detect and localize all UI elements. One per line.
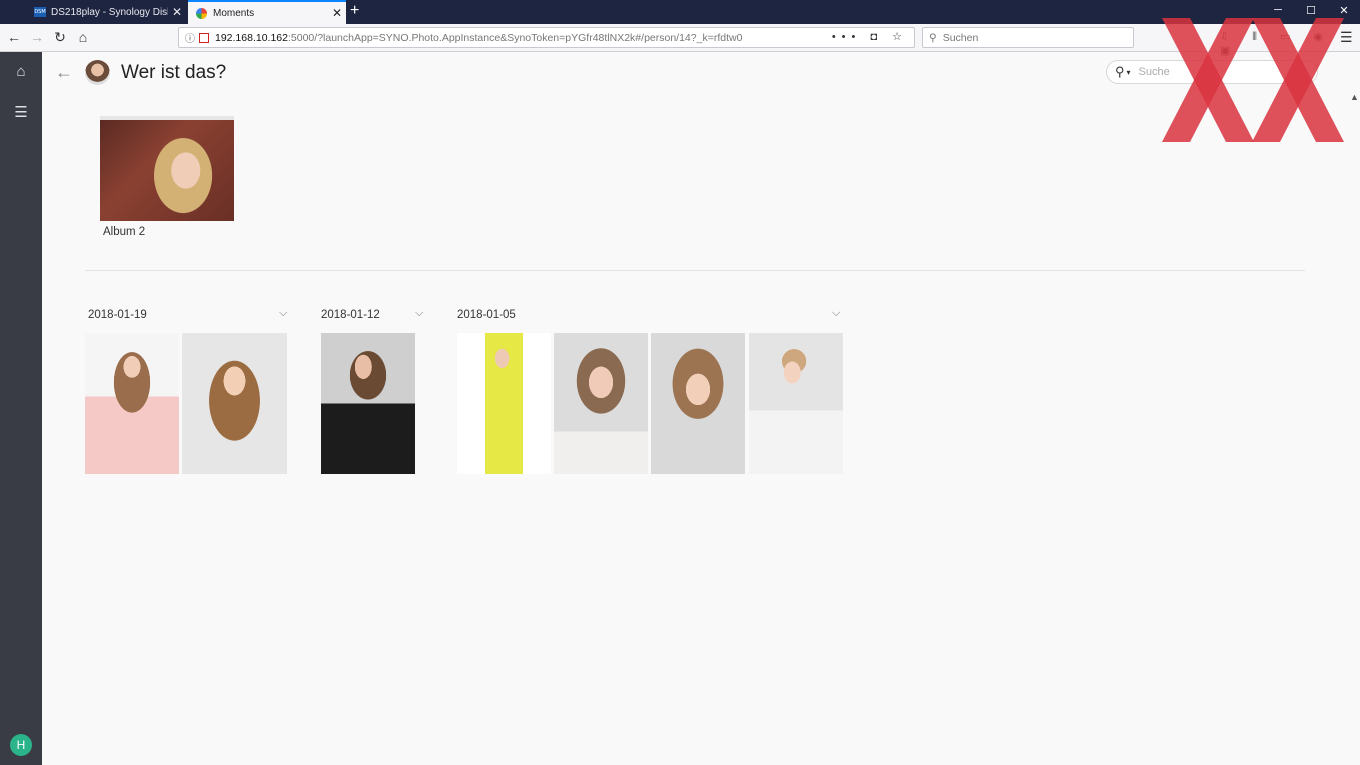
chevron-down-icon[interactable]: ⌵ — [279, 307, 287, 320]
scroll-up-icon[interactable]: ▲ — [1350, 92, 1359, 102]
close-icon[interactable]: ✕ — [168, 5, 186, 19]
home-icon[interactable]: ⌂ — [12, 63, 30, 80]
home-icon[interactable]: ⌂ — [73, 29, 93, 45]
window-close-icon[interactable]: ✕ — [1334, 4, 1354, 17]
new-tab-icon[interactable]: + — [350, 2, 359, 20]
photo-thumbnail[interactable] — [457, 333, 551, 474]
group-date: 2018-01-19 — [88, 309, 147, 321]
page-title: Wer ist das? — [121, 62, 227, 83]
back-icon[interactable]: ← — [4, 29, 24, 45]
album-name[interactable]: Album 2 — [103, 226, 145, 238]
browser-tab-bar: DSM DS218play - Synology DiskStati ✕ Mom… — [0, 0, 1360, 24]
photo-thumbnail[interactable] — [182, 333, 287, 474]
page-actions-icon[interactable]: ••• ◘ ☆ — [832, 30, 908, 43]
url-host: 192.168.10.162 — [215, 31, 288, 44]
dropdown-caret-icon[interactable]: ▾ — [1127, 68, 1131, 77]
photo-thumbnail[interactable] — [554, 333, 648, 474]
user-avatar[interactable]: H — [10, 734, 32, 756]
insecure-lock-icon — [199, 32, 209, 43]
info-icon[interactable]: ⓘ — [185, 30, 195, 45]
search-icon: ⚲ — [929, 31, 937, 44]
dsm-favicon-icon: DSM — [34, 7, 46, 17]
tab-title: DS218play - Synology DiskStati — [51, 6, 168, 18]
tab-title: Moments — [213, 7, 255, 19]
chevron-down-icon[interactable]: ⌵ — [832, 307, 840, 320]
moments-favicon-icon — [196, 7, 207, 19]
album-card[interactable] — [100, 116, 234, 221]
reload-icon[interactable]: ↻ — [50, 29, 70, 46]
album-thumbnail — [100, 120, 234, 221]
chevron-down-icon[interactable]: ⌵ — [415, 307, 423, 320]
back-arrow-icon[interactable]: ← — [55, 62, 73, 83]
photo-thumbnail[interactable] — [651, 333, 745, 474]
xx-watermark-logo — [1162, 18, 1344, 142]
browser-search-field[interactable]: ⚲ Suchen — [922, 27, 1134, 48]
url-bar[interactable]: ⓘ 192.168.10.162 :5000/?launchApp=SYNO.P… — [178, 27, 915, 48]
photo-thumbnail[interactable] — [85, 333, 179, 474]
search-icon: ⚲ — [1115, 64, 1125, 79]
group-date: 2018-01-12 — [321, 309, 380, 321]
group-date: 2018-01-05 — [457, 309, 516, 321]
maximize-icon[interactable]: ☐ — [1301, 4, 1321, 17]
divider — [85, 270, 1305, 271]
photo-thumbnail[interactable] — [321, 333, 415, 474]
search-placeholder: Suchen — [942, 31, 979, 44]
browser-nav-bar: ← → ↻ ⌂ ⓘ 192.168.10.162 :5000/?launchAp… — [0, 24, 1360, 57]
photo-thumbnail[interactable] — [749, 333, 843, 474]
close-icon[interactable]: ✕ — [328, 6, 346, 20]
url-path: :5000/?launchApp=SYNO.Photo.AppInstance&… — [288, 31, 743, 44]
forward-icon[interactable]: → — [27, 29, 47, 45]
person-avatar — [85, 60, 110, 85]
app-sidebar: ⌂ ☰ — [0, 52, 42, 765]
minimize-icon[interactable]: ─ — [1268, 4, 1288, 16]
tab-moments[interactable]: Moments ✕ — [188, 0, 346, 24]
list-icon[interactable]: ☰ — [12, 103, 30, 121]
tab-diskstation[interactable]: DSM DS218play - Synology DiskStati ✕ — [28, 0, 186, 24]
